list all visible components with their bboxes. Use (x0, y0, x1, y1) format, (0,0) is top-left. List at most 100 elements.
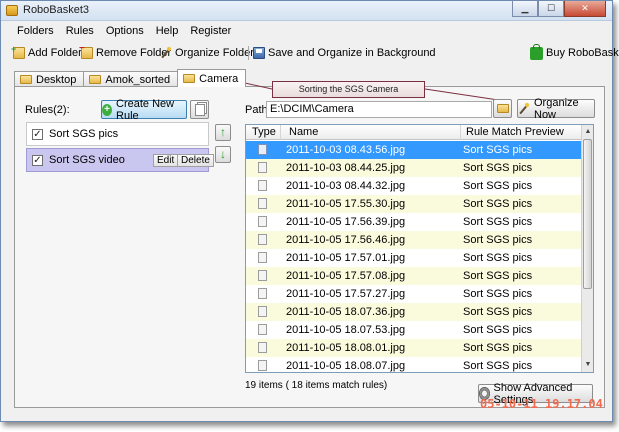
window-controls: ▁ ☐ ✕ (512, 1, 606, 17)
rules-count-label: Rules(2): (25, 104, 70, 116)
file-name-cell: 2011-10-05 17.56.46.jpg (286, 234, 406, 246)
column-header-type[interactable]: Type (252, 126, 276, 138)
menu-register[interactable]: Register (184, 22, 237, 42)
file-icon (258, 180, 267, 191)
table-row[interactable]: 2011-10-05 17.57.27.jpg Sort SGS pics (246, 285, 582, 303)
tab-amok-sorted[interactable]: Amok_sorted (83, 71, 179, 87)
table-row[interactable]: 2011-10-05 17.55.30.jpg Sort SGS pics (246, 195, 582, 213)
arrow-down-icon: ↓ (220, 147, 226, 161)
file-name-cell: 2011-10-05 18.07.53.jpg (286, 324, 406, 336)
column-header-name[interactable]: Name (289, 126, 318, 138)
file-icon (258, 216, 267, 227)
buy-button[interactable]: Buy RoboBasket (530, 43, 619, 62)
scroll-down-icon[interactable]: ▼ (583, 359, 593, 371)
rule-match-cell: Sort SGS pics (463, 180, 533, 192)
folder-open-icon (496, 104, 509, 113)
table-row[interactable]: 2011-10-03 08.44.25.jpg Sort SGS pics (246, 159, 582, 177)
edit-rule-button[interactable]: Edit (153, 154, 179, 167)
plus-circle-icon: + (102, 103, 113, 116)
folder-tabs: Desktop Amok_sorted Camera (14, 69, 247, 87)
file-name-cell: 2011-10-05 17.57.27.jpg (286, 288, 406, 300)
maximize-button[interactable]: ☐ (538, 1, 564, 17)
folder-icon (20, 75, 32, 84)
menu-options[interactable]: Options (100, 22, 150, 42)
maximize-icon: ☐ (546, 3, 556, 13)
rules-list: ✓ Sort SGS pics ✓ Sort SGS video Edit De… (26, 122, 214, 172)
file-name-cell: 2011-10-03 08.44.25.jpg (286, 162, 406, 174)
file-icon (258, 162, 267, 173)
shopping-bag-icon (530, 43, 543, 60)
file-name-cell: 2011-10-05 17.56.39.jpg (286, 216, 406, 228)
rule-item-sgs-pics[interactable]: ✓ Sort SGS pics (26, 122, 209, 146)
rule-checkbox[interactable]: ✓ (32, 128, 43, 140)
create-rule-button[interactable]: + Create New Rule (101, 97, 187, 122)
tab-label: Amok_sorted (105, 73, 171, 86)
rule-match-cell: Sort SGS pics (463, 288, 533, 300)
rule-checkbox[interactable]: ✓ (32, 154, 43, 166)
file-icon (258, 270, 267, 281)
file-name-cell: 2011-10-05 18.08.07.jpg (286, 360, 406, 372)
delete-rule-button[interactable]: Delete (177, 154, 214, 167)
rule-label: Sort SGS video (49, 154, 125, 166)
menu-folders[interactable]: Folders (11, 22, 60, 42)
path-input[interactable]: E:\DCIM\Camera (266, 101, 492, 118)
close-button[interactable]: ✕ (564, 1, 606, 17)
save-disk-icon (253, 47, 265, 59)
table-row[interactable]: 2011-10-05 17.57.08.jpg Sort SGS pics (246, 267, 582, 285)
add-folder-button[interactable]: Add Folder (11, 44, 82, 62)
close-icon: ✕ (581, 3, 589, 13)
table-row[interactable]: 2011-10-05 18.08.01.jpg Sort SGS pics (246, 339, 582, 357)
organize-now-button[interactable]: Organize Now (517, 97, 595, 121)
rule-label: Sort SGS pics (49, 128, 119, 140)
title-bar: RoboBasket3 ▁ ☐ ✕ (1, 1, 612, 21)
column-header-rule-preview[interactable]: Rule Match Preview (466, 126, 564, 138)
save-organize-button[interactable]: Save and Organize in Background (253, 44, 436, 62)
rule-match-cell: Sort SGS pics (463, 198, 533, 210)
table-row[interactable]: 2011-10-05 17.56.46.jpg Sort SGS pics (246, 231, 582, 249)
table-row[interactable]: 2011-10-05 18.08.07.jpg Sort SGS pics (246, 357, 582, 372)
table-row[interactable]: 2011-10-03 08.43.56.jpg Sort SGS pics (246, 141, 582, 159)
move-rule-up-button[interactable]: ↑ (215, 124, 231, 141)
copy-rule-button[interactable] (190, 100, 209, 119)
remove-folder-button[interactable]: Remove Folder (79, 43, 171, 62)
column-divider[interactable] (460, 125, 461, 140)
rule-match-cell: Sort SGS pics (463, 216, 533, 228)
rule-match-cell: Sort SGS pics (463, 342, 533, 354)
menu-help[interactable]: Help (150, 22, 185, 42)
file-icon (258, 360, 267, 371)
tab-desktop[interactable]: Desktop (14, 71, 85, 87)
table-row[interactable]: 2011-10-03 08.44.32.jpg Sort SGS pics (246, 177, 582, 195)
organize-folders-button[interactable]: Organize Folders (160, 44, 259, 62)
rule-match-cell: Sort SGS pics (463, 306, 533, 318)
annotation-callout: Sorting the SGS Camera (272, 81, 425, 98)
file-name-cell: 2011-10-05 18.07.36.jpg (286, 306, 406, 318)
move-rule-down-button[interactable]: ↓ (215, 146, 231, 163)
tab-label: Camera (199, 72, 239, 85)
rule-item-sgs-video[interactable]: ✓ Sort SGS video Edit Delete (26, 148, 214, 172)
table-row[interactable]: 2011-10-05 18.07.36.jpg Sort SGS pics (246, 303, 582, 321)
vertical-scrollbar[interactable]: ▲ ▼ (581, 125, 593, 372)
folder-icon (183, 74, 196, 83)
create-rule-label: Create New Rule (116, 97, 175, 122)
table-row[interactable]: 2011-10-05 18.07.53.jpg Sort SGS pics (246, 321, 582, 339)
scroll-up-icon[interactable]: ▲ (583, 126, 593, 138)
folder-add-icon (11, 44, 25, 59)
rule-match-cell: Sort SGS pics (463, 360, 533, 372)
column-divider[interactable] (280, 125, 281, 140)
magic-wand-icon (160, 47, 172, 59)
menu-rules[interactable]: Rules (60, 22, 100, 42)
file-icon (258, 198, 267, 209)
file-name-cell: 2011-10-05 17.57.08.jpg (286, 270, 406, 282)
file-name-cell: 2011-10-05 18.08.01.jpg (286, 342, 406, 354)
scrollbar-thumb[interactable] (583, 139, 592, 289)
minimize-button[interactable]: ▁ (512, 1, 538, 17)
browse-folder-button[interactable] (493, 99, 512, 118)
photo-timestamp: 05-10-11 19.17.04 (480, 397, 603, 411)
save-organize-label: Save and Organize in Background (268, 47, 436, 59)
table-row[interactable]: 2011-10-05 17.57.01.jpg Sort SGS pics (246, 249, 582, 267)
add-folder-label: Add Folder (28, 47, 82, 59)
tab-camera[interactable]: Camera (177, 69, 247, 87)
folder-remove-icon (79, 43, 93, 59)
grid-header: Type Name Rule Match Preview (246, 125, 582, 140)
table-row[interactable]: 2011-10-05 17.56.39.jpg Sort SGS pics (246, 213, 582, 231)
